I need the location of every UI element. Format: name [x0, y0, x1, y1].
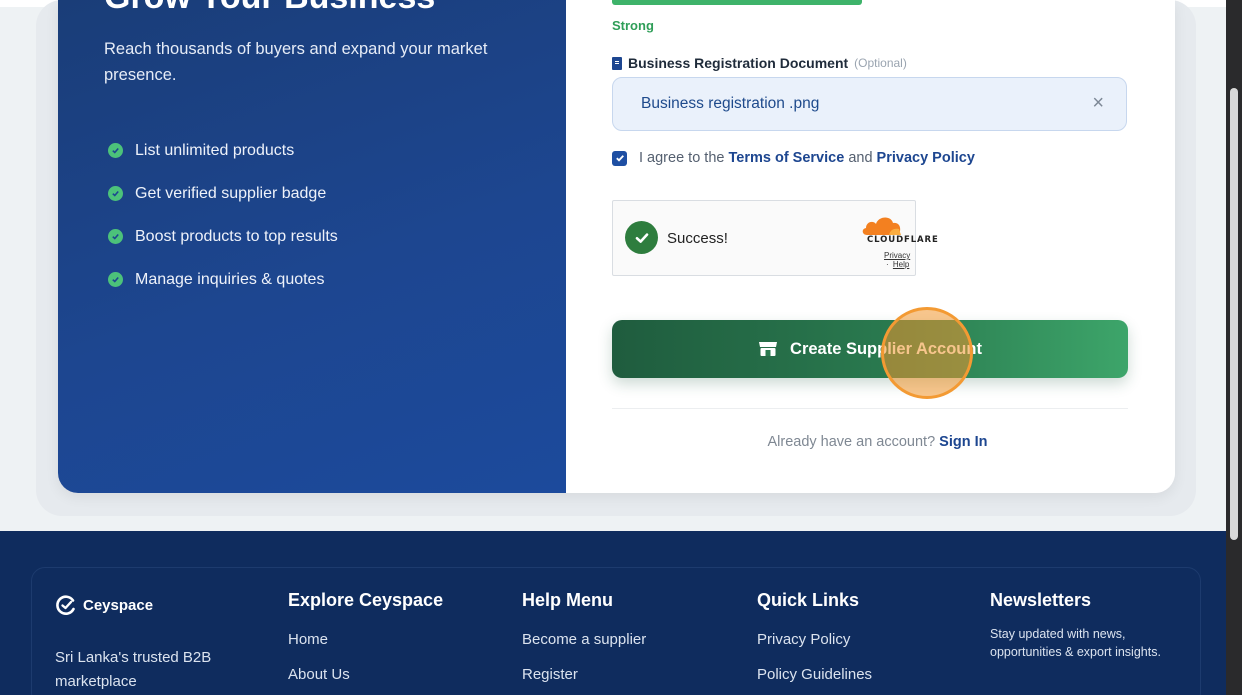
footer-link-register[interactable]: Register [522, 666, 646, 695]
footer-link-become-supplier[interactable]: Become a supplier [522, 631, 646, 666]
signup-form: Strong Business Registration Document (O… [566, 0, 1175, 493]
promo-heading: Grow Your Business [104, 0, 435, 17]
promo-description: Reach thousands of buyers and expand you… [104, 40, 488, 84]
footer-column-explore: Explore Ceyspace Home About Us [288, 590, 443, 695]
signin-prompt: Already have an account? Sign In [566, 434, 1175, 450]
check-circle-icon [108, 143, 123, 158]
captcha-link-separator: · [886, 260, 889, 269]
site-footer: Ceyspace Sri Lanka's trusted B2B marketp… [0, 531, 1226, 695]
check-circle-icon [108, 272, 123, 287]
terms-agreement: I agree to the Terms of Service and Priv… [612, 150, 975, 166]
cloudflare-captcha[interactable]: Success! CLOUDFLARE Privacy · Help [612, 200, 938, 276]
agree-prefix: I agree to the [639, 150, 725, 166]
document-icon [612, 56, 622, 70]
sign-in-link[interactable]: Sign In [939, 434, 987, 450]
cloudflare-cloud-icon [862, 217, 901, 235]
feature-item: Boost products to top results [108, 215, 338, 258]
terms-checkbox[interactable] [612, 150, 627, 166]
footer-column-title: Explore Ceyspace [288, 590, 444, 610]
remove-file-close-icon[interactable]: × [1092, 93, 1104, 113]
success-check-icon [625, 221, 658, 254]
footer-column-title: Quick Links [757, 590, 860, 610]
document-label-text: Business Registration Document [628, 55, 849, 71]
footer-column-newsletter: Newsletters Stay updated with news, oppo… [990, 590, 1170, 661]
feature-label: Manage inquiries & quotes [135, 270, 325, 288]
footer-link-privacy-policy[interactable]: Privacy Policy [757, 631, 872, 666]
footer-column-title: Help Menu [522, 590, 614, 610]
newsletter-description: Stay updated with news, opportunities & … [990, 627, 1161, 659]
check-circle-icon [108, 229, 123, 244]
password-strength-bar [612, 0, 862, 5]
signup-card: Grow Your Business Reach thousands of bu… [58, 0, 1175, 493]
create-supplier-account-button[interactable]: Create Supplier Account [612, 320, 1128, 378]
password-strength-label: Strong [612, 18, 654, 33]
promo-panel: Grow Your Business Reach thousands of bu… [58, 0, 566, 493]
footer-link-policy-guidelines[interactable]: Policy Guidelines [757, 666, 872, 695]
feature-item: List unlimited products [108, 129, 338, 172]
privacy-policy-link[interactable]: Privacy Policy [877, 150, 975, 166]
feature-label: Boost products to top results [135, 227, 338, 245]
captcha-links: Privacy · Help [884, 251, 915, 269]
brand-name: Ceyspace [83, 596, 154, 614]
cloudflare-logo: CLOUDFLARE [867, 235, 939, 245]
form-divider [612, 408, 1128, 409]
feature-item: Manage inquiries & quotes [108, 258, 338, 301]
optional-hint: (Optional) [854, 56, 907, 70]
footer-column-quick-links: Quick Links Privacy Policy Policy Guidel… [757, 590, 872, 695]
captcha-privacy-link[interactable]: Privacy [884, 251, 910, 260]
footer-column-help: Help Menu Become a supplier Register [522, 590, 646, 695]
feature-label: List unlimited products [135, 141, 295, 159]
captcha-help-link[interactable]: Help [893, 260, 909, 269]
feature-list: List unlimited products Get verified sup… [108, 129, 338, 301]
feature-label: Get verified supplier badge [135, 184, 327, 202]
document-field-label: Business Registration Document (Optional… [612, 55, 907, 71]
footer-link-about[interactable]: About Us [288, 666, 443, 695]
check-circle-icon [108, 186, 123, 201]
terms-of-service-link[interactable]: Terms of Service [728, 150, 844, 166]
agree-and: and [848, 150, 873, 166]
newsletter-title: Newsletters [990, 590, 1092, 610]
uploaded-file-name: Business registration .png [641, 95, 820, 112]
store-icon [759, 342, 778, 356]
ceyspace-logo-icon [56, 595, 75, 615]
document-upload-field[interactable]: Business registration .png × [612, 77, 1127, 131]
scrollbar-thumb[interactable] [1230, 88, 1238, 540]
captcha-status: Success! [667, 230, 728, 247]
create-account-label: Create Supplier Account [790, 339, 982, 358]
brand-description: Sri Lanka's trusted B2B marketplace [55, 649, 212, 690]
footer-link-home[interactable]: Home [288, 631, 443, 666]
signin-prompt-text: Already have an account? [767, 434, 936, 450]
footer-brand[interactable]: Ceyspace [55, 594, 153, 616]
feature-item: Get verified supplier badge [108, 172, 338, 215]
